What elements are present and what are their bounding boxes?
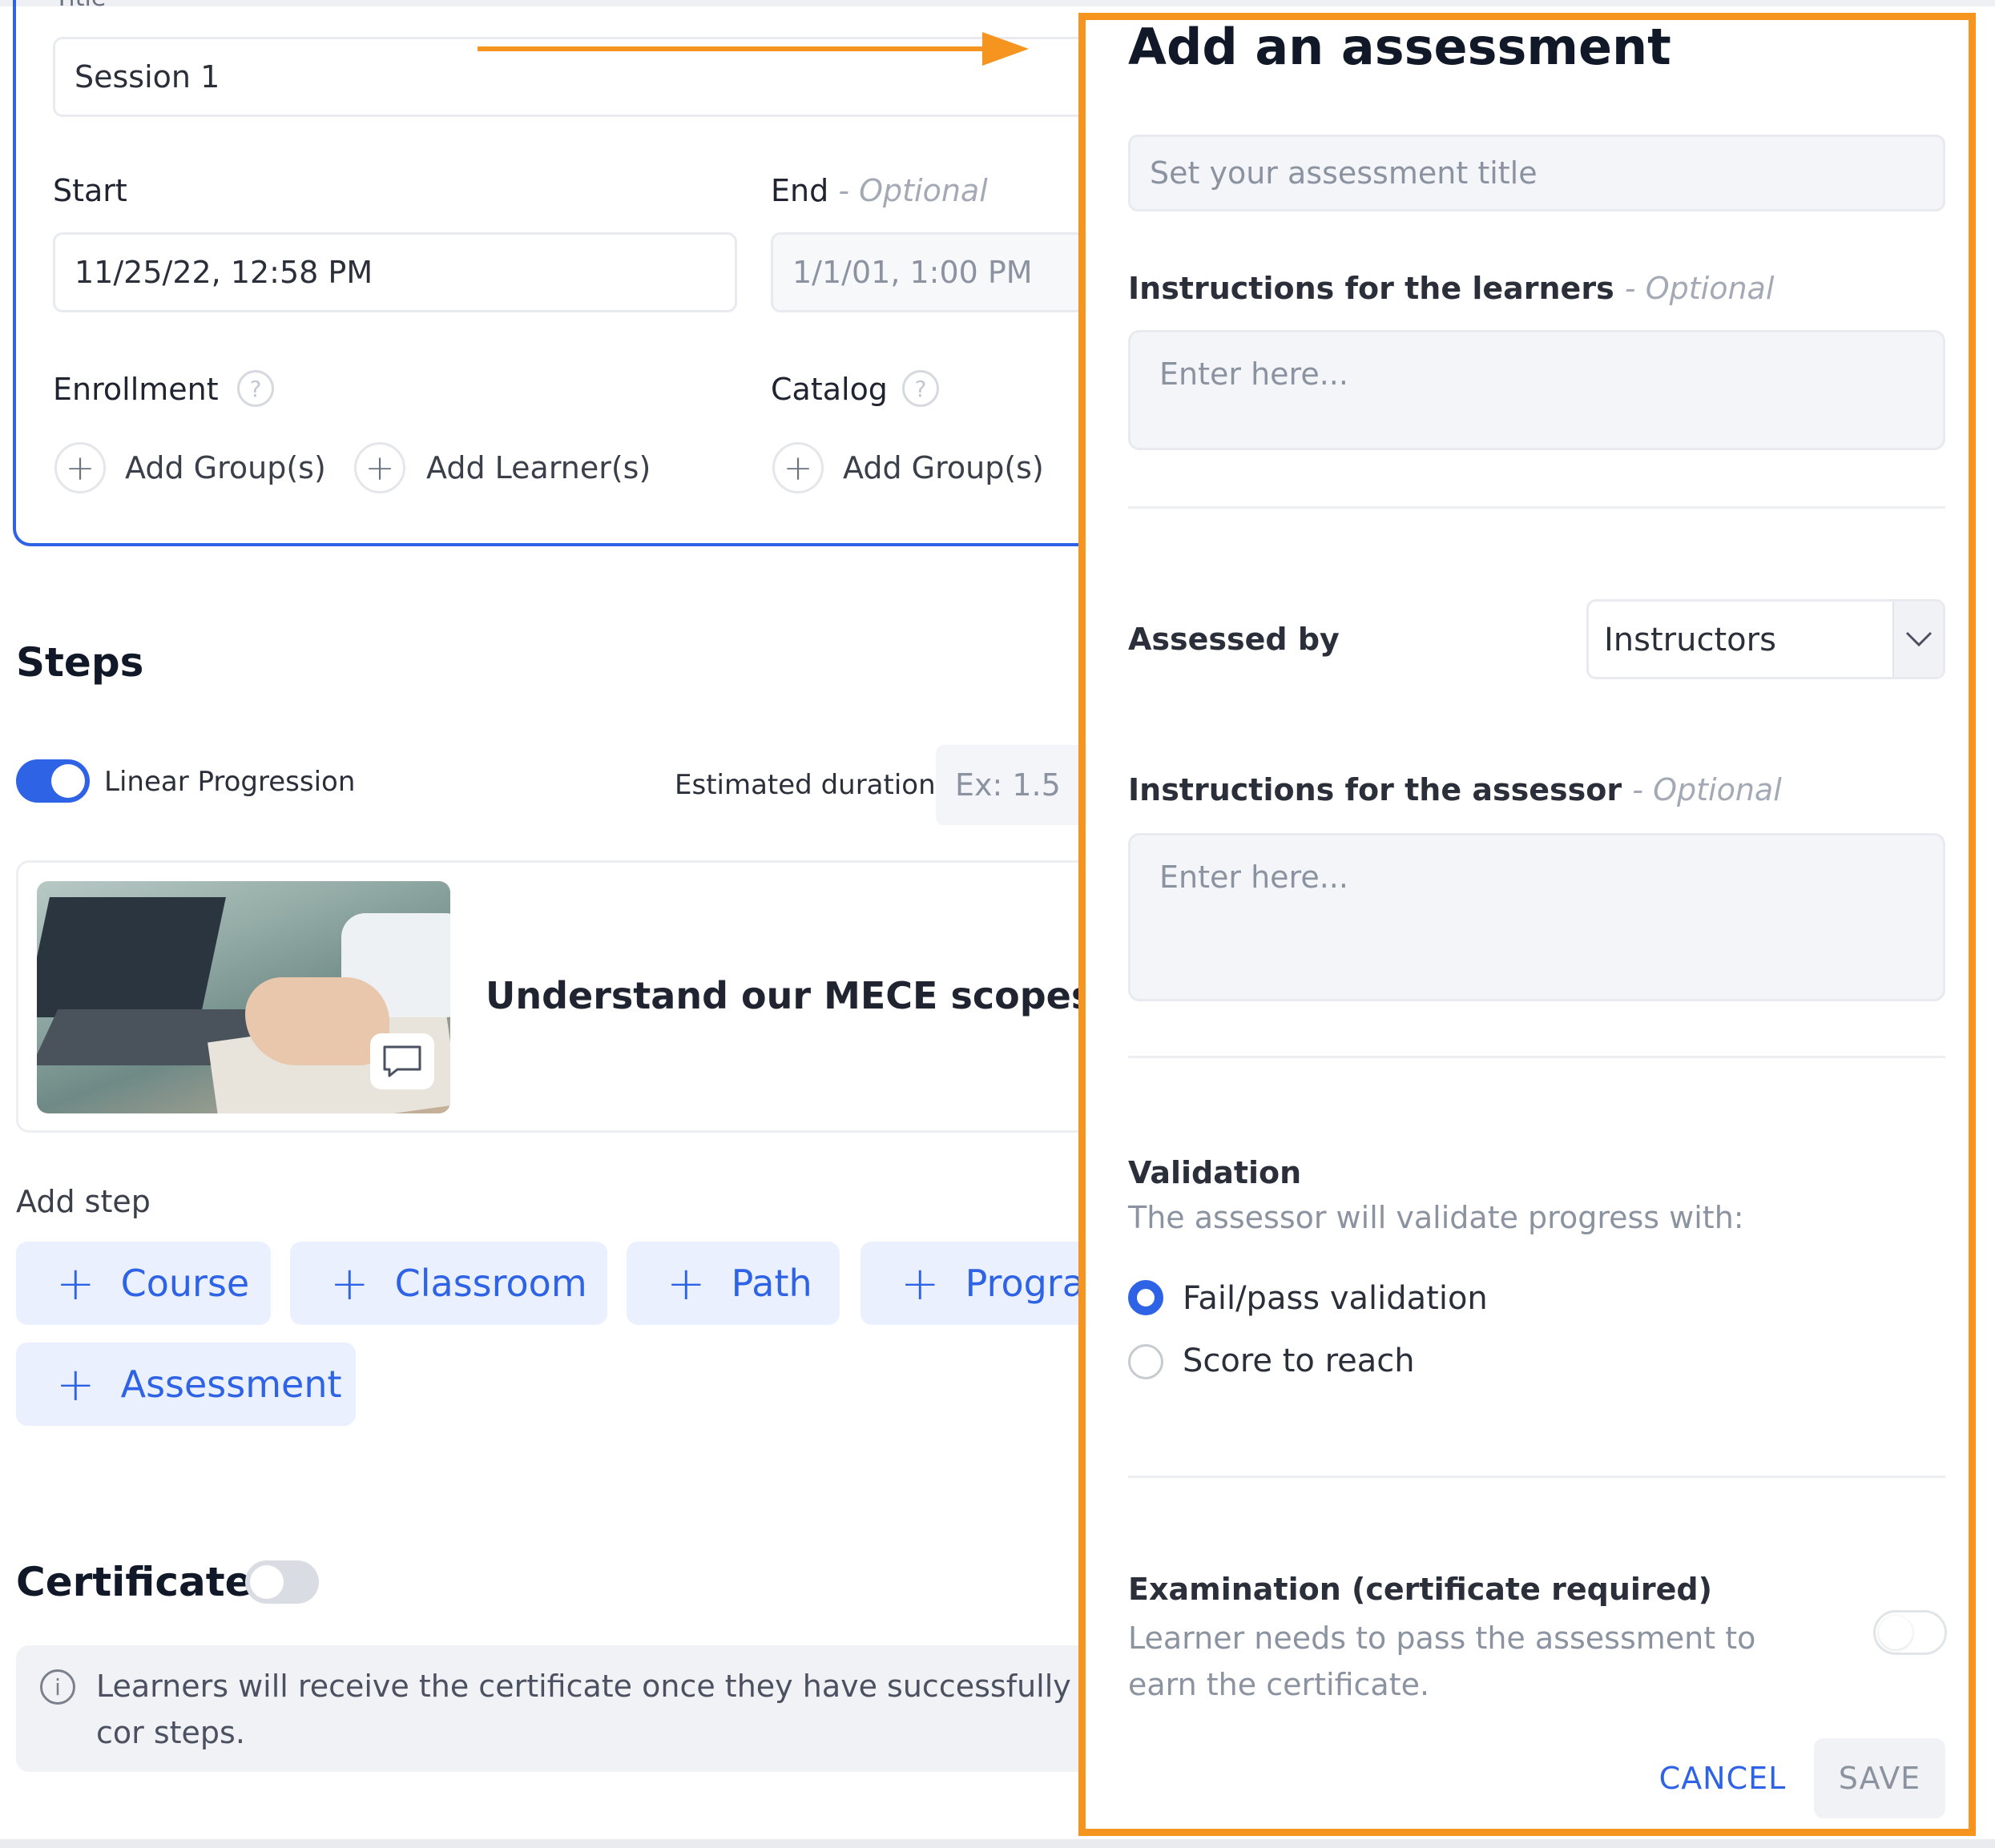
assessment-title-placeholder: Set your assessment title [1150,155,1538,191]
add-program-button[interactable]: + Progra [860,1242,1078,1325]
end-date-value: 1/1/01, 1:00 PM [792,255,1033,290]
end-label-text: End [771,173,829,208]
add-step-label: Add step [16,1184,151,1219]
chevron-down-icon[interactable] [1892,602,1943,677]
assessor-instructions-placeholder: Enter here... [1159,860,1348,895]
divider [1128,1476,1945,1478]
add-course-label: Course [120,1262,250,1305]
examination-description: Learner needs to pass the assessment to … [1128,1621,1756,1702]
comment-icon-glyph [383,1045,421,1077]
bottom-strip [0,1839,1995,1848]
start-label: Start [53,173,127,208]
thumbnail-hand [245,977,389,1065]
add-groups-button[interactable]: Add Group(s) [125,450,326,485]
title-field-label: Title [54,0,119,6]
add-learners-button[interactable]: Add Learner(s) [426,450,651,485]
chevron-down-glyph [1905,631,1932,647]
plus-icon: + [56,1256,95,1311]
linear-progression-toggle[interactable] [16,759,90,803]
annotation-arrow-head [982,32,1029,66]
certificate-info-text: Learners will receive the certificate on… [96,1669,1071,1750]
learner-instructions-placeholder: Enter here... [1159,356,1348,392]
catalog-add-groups-button[interactable]: Add Group(s) [843,450,1044,485]
divider [1128,506,1945,509]
annotation-arrow-line [478,46,1006,51]
step-title: Understand our MECE scopes [486,974,1094,1017]
plus-icon: + [330,1256,369,1311]
learner-instructions-optional-tag: - Optional [1624,271,1775,306]
enrollment-help-icon[interactable]: ? [237,370,274,407]
thumbnail-laptop-screen [37,897,226,1017]
assessor-instructions-optional-tag: - Optional [1632,772,1782,807]
certificate-toggle[interactable] [245,1560,319,1604]
add-assessment-button[interactable]: + Assessment [16,1343,356,1426]
comment-icon[interactable] [370,1033,434,1089]
learner-instructions-label-text: Instructions for the learners [1128,271,1614,306]
estimated-duration-label: Estimated duration [675,769,936,801]
enrollment-label: Enrollment [53,372,219,407]
modal-title: Add an assessment [1128,18,1671,76]
examination-label: Examination (certificate required) [1128,1572,1712,1607]
plus-icon: + [56,1357,95,1411]
add-groups-plus-icon[interactable]: + [54,442,106,493]
learner-instructions-textarea[interactable]: Enter here... [1128,330,1945,450]
add-course-button[interactable]: + Course [16,1242,271,1325]
session-title-value: Session 1 [75,59,220,95]
certificate-heading: Certificate [16,1559,252,1605]
catalog-label: Catalog [771,372,888,407]
validation-label: Validation [1128,1155,1302,1190]
end-date-input[interactable]: 1/1/01, 1:00 PM [771,232,1086,312]
info-icon: i [40,1669,75,1705]
plus-icon: + [901,1256,940,1311]
score-to-reach-option-label[interactable]: Score to reach [1183,1343,1415,1379]
learner-instructions-label: Instructions for the learners - Optional [1128,271,1774,306]
add-program-label: Progra [965,1262,1078,1305]
steps-heading: Steps [16,639,144,686]
assessor-instructions-textarea[interactable]: Enter here... [1128,833,1945,1001]
plus-icon: + [667,1256,706,1311]
start-date-input[interactable]: 11/25/22, 12:58 PM [53,232,737,312]
fail-pass-option-label[interactable]: Fail/pass validation [1183,1280,1488,1317]
add-classroom-label: Classroom [394,1262,587,1305]
fail-pass-radio[interactable] [1128,1280,1163,1315]
cancel-button[interactable]: CANCEL [1634,1738,1811,1818]
assessed-by-value: Instructors [1604,622,1776,658]
save-button[interactable]: SAVE [1814,1738,1945,1818]
add-classroom-button[interactable]: + Classroom [290,1242,607,1325]
add-assessment-label: Assessment [120,1363,342,1406]
assessor-instructions-label: Instructions for the assessor - Optional [1128,772,1782,807]
add-path-label: Path [731,1262,812,1305]
add-path-button[interactable]: + Path [627,1242,840,1325]
validation-subtext: The assessor will validate progress with… [1128,1200,1744,1235]
end-label: End - Optional [771,173,988,208]
catalog-help-icon[interactable]: ? [902,370,939,407]
catalog-add-groups-plus-icon[interactable]: + [772,442,824,493]
start-date-value: 11/25/22, 12:58 PM [75,255,373,290]
assessment-title-input[interactable]: Set your assessment title [1128,135,1945,211]
score-to-reach-radio[interactable] [1128,1344,1163,1379]
end-optional-tag: - Optional [838,173,988,208]
divider [1128,1056,1945,1058]
assessor-instructions-label-text: Instructions for the assessor [1128,772,1622,807]
estimated-duration-placeholder: Ex: 1.5 [955,767,1061,803]
examination-toggle[interactable] [1873,1610,1947,1655]
estimated-duration-input[interactable]: Ex: 1.5 [936,745,1088,825]
linear-progression-label: Linear Progression [104,766,356,798]
add-learners-plus-icon[interactable]: + [354,442,405,493]
assessed-by-label: Assessed by [1128,622,1340,657]
